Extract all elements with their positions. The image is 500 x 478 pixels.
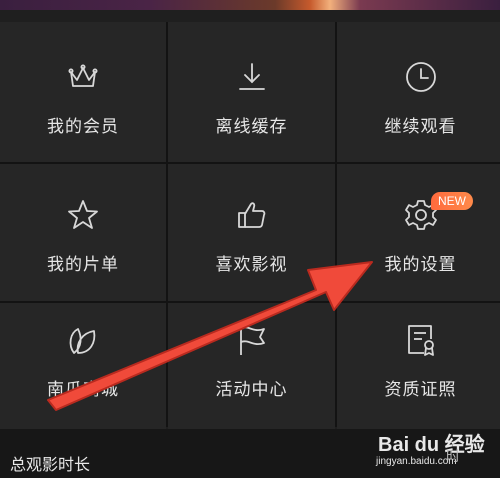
thumbs-up-icon <box>235 198 269 232</box>
menu-item-label: 活动中心 <box>215 380 288 400</box>
total-watch-time-label: 总观影时长 <box>10 455 91 474</box>
baidu-watermark: Bai du 经验 jingyan.baidu.com 时 <box>358 426 500 478</box>
menu-item-label: 我的会员 <box>47 117 119 137</box>
menu-grid: 我的会员 离线缓存 继续观看 我的片单 喜欢影视 NEW 我的设置 南瓜商城 活… <box>0 22 500 431</box>
watermark-url: jingyan.baidu.com <box>376 456 457 467</box>
menu-item-continue-watching[interactable]: 继续观看 <box>337 22 500 162</box>
download-icon <box>235 60 269 94</box>
new-badge: NEW <box>431 192 473 210</box>
menu-item-liked-videos[interactable]: 喜欢影视 <box>168 164 335 301</box>
menu-item-membership[interactable]: 我的会员 <box>0 22 166 162</box>
menu-item-offline-cache[interactable]: 离线缓存 <box>168 22 335 162</box>
menu-item-certificates[interactable]: 资质证照 <box>337 303 500 431</box>
menu-item-my-list[interactable]: 我的片单 <box>0 164 166 301</box>
flag-icon <box>235 323 269 357</box>
clock-icon <box>404 60 438 94</box>
menu-item-label: 我的片单 <box>47 255 119 275</box>
menu-item-label: 继续观看 <box>384 117 457 137</box>
certificate-icon <box>404 323 438 357</box>
menu-item-label: 我的设置 <box>384 255 457 275</box>
menu-item-label: 资质证照 <box>384 380 457 400</box>
crown-icon <box>66 60 100 94</box>
watermark-time: 时 <box>446 449 460 465</box>
menu-item-activity-center[interactable]: 活动中心 <box>168 303 335 431</box>
leaf-icon <box>66 323 100 357</box>
menu-item-shop[interactable]: 南瓜商城 <box>0 303 166 431</box>
menu-item-label: 离线缓存 <box>215 117 288 137</box>
top-banner-image <box>0 0 500 10</box>
menu-item-settings[interactable]: NEW 我的设置 <box>337 164 500 301</box>
star-icon <box>66 198 100 232</box>
watermark-brand: Bai du 经验 <box>378 434 485 456</box>
menu-item-label: 南瓜商城 <box>47 380 119 400</box>
menu-item-label: 喜欢影视 <box>215 255 288 275</box>
